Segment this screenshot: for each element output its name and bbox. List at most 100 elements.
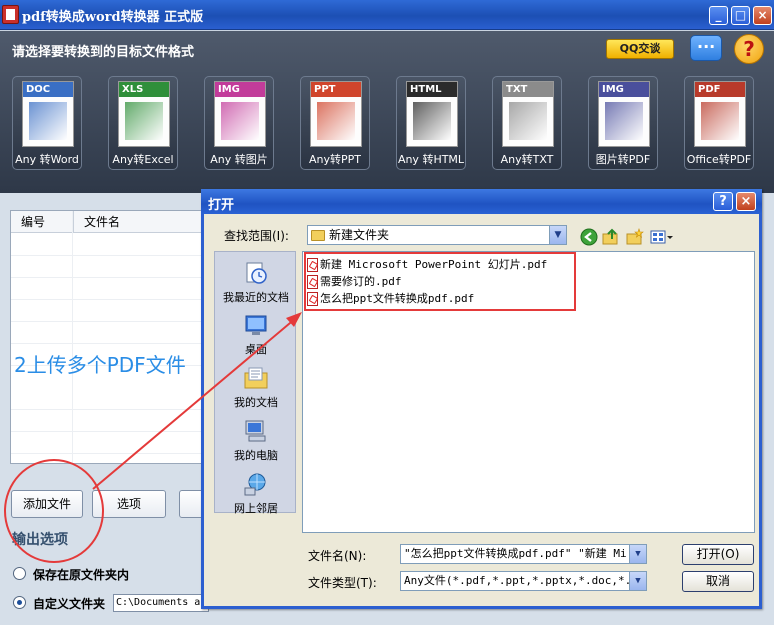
html-doc-icon: HTML xyxy=(406,81,458,147)
chat-bubble-icon[interactable] xyxy=(690,35,722,61)
cancel-button[interactable]: 取消 xyxy=(682,571,754,592)
format-label: Any 转HTML xyxy=(397,153,465,166)
place-label: 我的文档 xyxy=(234,396,278,409)
back-arrow-icon[interactable] xyxy=(580,228,598,246)
minimize-button[interactable]: _ xyxy=(709,6,728,25)
my-documents-icon xyxy=(244,367,268,389)
format-button-txt-5[interactable]: TXT Any转TXT xyxy=(492,76,562,170)
format-label: Any转TXT xyxy=(500,153,554,166)
format-label: Office转PDF xyxy=(686,153,752,166)
filetype-label: 文件类型(T): xyxy=(308,576,377,590)
look-in-value: 新建文件夹 xyxy=(329,228,390,242)
office-to-pdf-icon: PDF xyxy=(694,81,746,147)
table-row xyxy=(11,299,209,300)
dialog-help-button[interactable]: ? xyxy=(713,192,733,211)
format-header: 请选择要转换到的目标文件格式 QQ交谈 ? DOC Any 转Word XLS Any… xyxy=(0,31,774,193)
table-row xyxy=(11,343,209,344)
txt-doc-icon: TXT xyxy=(502,81,554,147)
table-row xyxy=(11,431,209,432)
format-button-img-2[interactable]: IMG Any 转图片 xyxy=(204,76,274,170)
filetype-value: Any文件(*.pdf,*.ppt,*.pptx,*.doc,*.do xyxy=(404,574,645,587)
app-icon xyxy=(2,5,19,24)
radio-custom-folder[interactable] xyxy=(13,596,26,609)
ppt-doc-icon: PPT xyxy=(310,81,362,147)
highlight-box xyxy=(304,252,576,311)
title-bar: pdf转换成word转换器 正式版 _ □ × xyxy=(0,0,774,30)
format-tag: TXT xyxy=(503,82,553,97)
radio-save-original-label[interactable]: 保存在原文件夹内 xyxy=(33,566,129,583)
format-label: 图片转PDF xyxy=(595,153,651,166)
filetype-select[interactable]: Any文件(*.pdf,*.ppt,*.pptx,*.doc,*.do ▼ xyxy=(400,571,647,591)
qq-chat-button[interactable]: QQ交谈 xyxy=(606,39,674,59)
format-art xyxy=(701,102,739,140)
place-recent-documents[interactable]: 我最近的文档 xyxy=(215,260,297,305)
chevron-down-icon[interactable]: ▼ xyxy=(629,545,646,563)
folder-icon xyxy=(311,230,325,241)
place-desktop[interactable]: 桌面 xyxy=(215,312,297,357)
open-file-dialog: 打开 ? × 查找范围(I): 新建文件夹 ▼ 我最近的文档 桌面 我的文档 我… xyxy=(201,189,762,609)
column-header-number[interactable]: 编号 xyxy=(11,211,73,233)
open-button[interactable]: 打开(O) xyxy=(682,544,754,565)
format-button-doc-0[interactable]: DOC Any 转Word xyxy=(12,76,82,170)
help-icon[interactable]: ? xyxy=(734,34,764,64)
dialog-close-button[interactable]: × xyxy=(736,192,756,211)
chevron-down-icon[interactable]: ▼ xyxy=(629,572,646,590)
look-in-label: 查找范围(I): xyxy=(224,229,289,243)
table-row xyxy=(11,453,209,454)
table-row xyxy=(11,409,209,410)
table-row xyxy=(11,255,209,256)
format-button-html-4[interactable]: HTML Any 转HTML xyxy=(396,76,466,170)
dialog-title: 打开 xyxy=(208,198,235,213)
format-prompt: 请选择要转换到的目标文件格式 xyxy=(12,45,195,60)
place-my-computer[interactable]: 我的电脑 xyxy=(215,418,297,463)
format-art xyxy=(413,102,451,140)
place-network[interactable]: 网上邻居 xyxy=(215,471,297,516)
filename-value: "怎么把ppt文件转换成pdf.pdf" "新建 Mi xyxy=(404,547,627,560)
places-bar: 我最近的文档 桌面 我的文档 我的电脑 网上邻居 xyxy=(214,251,297,516)
network-places-icon xyxy=(244,473,266,496)
file-table[interactable]: 编号 文件名 xyxy=(10,210,210,464)
format-label: Any转Excel xyxy=(112,153,174,166)
format-button-xls-1[interactable]: XLS Any转Excel xyxy=(108,76,178,170)
highlight-circle xyxy=(4,459,104,563)
custom-folder-path-input[interactable]: C:\Documents a xyxy=(113,594,209,612)
format-button-pdf-7[interactable]: PDF Office转PDF xyxy=(684,76,754,170)
up-folder-icon[interactable] xyxy=(602,228,620,246)
format-label: Any转PPT xyxy=(309,153,361,166)
format-tag: HTML xyxy=(407,82,457,97)
format-label: Any 转图片 xyxy=(210,153,268,166)
look-in-combo[interactable]: 新建文件夹 ▼ xyxy=(307,225,567,245)
table-row xyxy=(11,321,209,322)
format-art xyxy=(29,102,67,140)
view-menu-icon[interactable] xyxy=(650,228,674,246)
table-row xyxy=(11,277,209,278)
place-label: 我的电脑 xyxy=(234,449,278,462)
radio-custom-folder-label[interactable]: 自定义文件夹 xyxy=(33,595,105,612)
place-my-documents[interactable]: 我的文档 xyxy=(215,365,297,410)
filename-input[interactable]: "怎么把ppt文件转换成pdf.pdf" "新建 Mi ▼ xyxy=(400,544,647,564)
image-to-pdf-icon: IMG xyxy=(598,81,650,147)
format-label: Any 转Word xyxy=(15,153,79,166)
format-tag: PPT xyxy=(311,82,361,97)
format-art xyxy=(125,102,163,140)
format-tag: IMG xyxy=(215,82,265,97)
format-art xyxy=(605,102,643,140)
column-divider xyxy=(72,211,73,463)
place-label: 网上邻居 xyxy=(234,502,278,515)
chevron-down-icon[interactable]: ▼ xyxy=(549,226,566,244)
format-art xyxy=(221,102,259,140)
format-button-ppt-3[interactable]: PPT Any转PPT xyxy=(300,76,370,170)
close-button[interactable]: × xyxy=(753,6,772,25)
column-header-filename[interactable]: 文件名 xyxy=(73,211,209,233)
filename-label: 文件名(N): xyxy=(308,549,367,563)
format-art xyxy=(509,102,547,140)
excel-doc-icon: XLS xyxy=(118,81,170,147)
format-tag: IMG xyxy=(599,82,649,97)
desktop-icon xyxy=(245,315,267,335)
radio-save-original[interactable] xyxy=(13,567,26,580)
format-button-img-6[interactable]: IMG 图片转PDF xyxy=(588,76,658,170)
new-folder-icon[interactable] xyxy=(626,228,644,246)
format-tag: XLS xyxy=(119,82,169,97)
maximize-button[interactable]: □ xyxy=(731,6,750,25)
recent-documents-icon xyxy=(246,262,267,284)
